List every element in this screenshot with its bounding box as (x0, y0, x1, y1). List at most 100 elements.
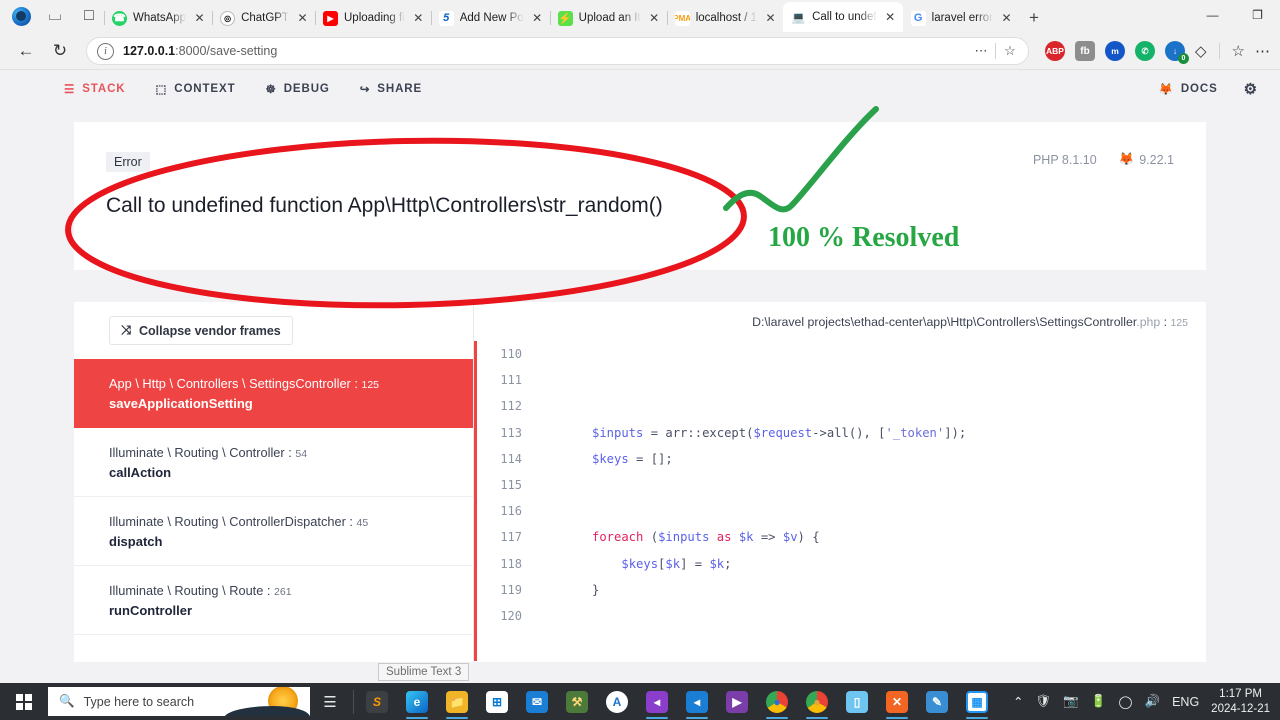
frame-class: App \ Http \ Controllers \ SettingsContr… (109, 376, 351, 391)
taskbar-search-input[interactable]: 🔍 Type here to search (48, 687, 310, 716)
error-type-badge: Error (106, 152, 150, 172)
address-more-icon[interactable]: ⋯ (969, 39, 993, 63)
code-highlight-bar (474, 341, 477, 661)
tray-chevron-icon[interactable]: ⌃ (1013, 694, 1023, 709)
frame-line: 54 (295, 448, 308, 460)
taskbar-clock[interactable]: 1:17 PM 2024-12-21 (1211, 687, 1270, 716)
tab-title: Add New Po (459, 12, 524, 24)
line-number: 120 (500, 608, 522, 623)
windows-start-icon[interactable] (0, 683, 48, 720)
line-number: 119 (500, 582, 522, 597)
collections-icon[interactable]: ☆ (1232, 42, 1245, 60)
xampp-icon[interactable]: ✕ (877, 683, 917, 720)
android-studio-icon[interactable]: A (597, 683, 637, 720)
tab-close-icon[interactable]: ✕ (411, 11, 426, 25)
browser-tab-uploading[interactable]: ▶ Uploading fi ✕ (315, 4, 431, 32)
browser-tab-add-new-post[interactable]: 5 Add New Po ✕ (430, 4, 550, 32)
minimize-button[interactable]: — (1190, 0, 1235, 30)
address-bar[interactable]: i 127.0.0.1:8000/save-setting ⋯ ☆ (86, 37, 1029, 65)
tab-title: laravel error (931, 12, 993, 24)
browser-tab-upload-item[interactable]: ⚡ Upload an It ✕ (549, 4, 667, 32)
ignition-nav-label: SHARE (377, 83, 423, 95)
favorite-star-icon[interactable]: ☆ (998, 39, 1022, 63)
workspaces-icon[interactable]: ⌴ (40, 2, 70, 30)
adblock-plus-icon[interactable]: ABP (1045, 41, 1065, 61)
tab-title: WhatsApp (133, 12, 187, 24)
ignition-nav-debug[interactable]: ☸ DEBUG (266, 82, 330, 96)
restore-button[interactable]: ❐ (1235, 0, 1280, 30)
messenger-extension-icon[interactable]: m (1105, 41, 1125, 61)
tab-close-icon[interactable]: ✕ (192, 11, 207, 25)
tab-close-icon[interactable]: ✕ (295, 11, 310, 25)
copilot-icon[interactable]: ◇ (1195, 42, 1207, 60)
downloader-extension-icon[interactable]: ↓ 0 (1165, 41, 1189, 64)
fb-extension-icon[interactable]: fb (1075, 41, 1095, 61)
line-code: } (592, 582, 600, 597)
site-info-icon[interactable]: i (97, 42, 114, 60)
battery-icon[interactable]: 🔋 (1091, 694, 1107, 709)
browser-settings-more-icon[interactable]: ⋯ (1255, 42, 1270, 60)
code-line: 110 (474, 341, 1206, 367)
task-view-icon[interactable]: ☰ (310, 683, 350, 720)
tools-icon[interactable]: ⚒ (557, 683, 597, 720)
stack-frame-row[interactable]: App \ Http \ Controllers \ SettingsContr… (74, 359, 473, 428)
new-tab-button[interactable]: + (1019, 4, 1049, 32)
gear-icon[interactable]: ⚙ (1244, 80, 1258, 98)
browser-tab-whatsapp[interactable]: ☎ WhatsApp ✕ (104, 4, 212, 32)
tab-close-icon[interactable]: ✕ (647, 11, 662, 25)
tab-close-icon[interactable]: ✕ (999, 11, 1014, 25)
php-version: PHP 8.1.10 (1032, 152, 1097, 167)
back-button[interactable]: ← (10, 35, 42, 67)
browser-tab-chatgpt[interactable]: ◎ ChatGPT ✕ (212, 4, 315, 32)
mail-icon[interactable]: ✉ (517, 683, 557, 720)
url-host: 127.0.0.1 (123, 44, 176, 58)
security-shield-icon[interactable]: 🛡 (1035, 694, 1051, 709)
code-panel: D:\laravel projects\ethad-center\app\Htt… (474, 302, 1206, 662)
stack-frame-row[interactable]: Illuminate \ Routing \ ControllerDispatc… (74, 497, 473, 566)
collapse-vendor-frames-button[interactable]: ⤨ Collapse vendor frames (109, 316, 293, 345)
vs-code-icon[interactable]: ◂ (677, 683, 717, 720)
video-editor-icon[interactable]: ▶ (717, 683, 757, 720)
ignition-nav-label: DEBUG (283, 83, 330, 95)
stack-frame-row[interactable]: Illuminate \ Routing \ Controller : 54 c… (74, 428, 473, 497)
error-card: Error Call to undefined function App\Htt… (74, 122, 1206, 270)
sublime-text-icon[interactable]: S (357, 683, 397, 720)
browser-tab-call-to-undefined[interactable]: 💻 Call to undef ✕ (783, 2, 903, 32)
code-line: 116 (474, 498, 1206, 524)
microsoft-store-icon[interactable]: ⊞ (477, 683, 517, 720)
ignition-nav-share[interactable]: ↪ SHARE (360, 82, 422, 96)
browser-tab-laravel-error[interactable]: G laravel error ✕ (903, 4, 1019, 32)
tab-actions-icon[interactable]: □ (74, 2, 104, 30)
language-indicator[interactable]: ENG (1172, 695, 1199, 709)
ignition-docs-link[interactable]: 🦊 DOCS (1159, 82, 1218, 96)
notepad-icon[interactable]: ▯ (837, 683, 877, 720)
tab-close-icon[interactable]: ✕ (883, 10, 898, 24)
browser-tab-localhost[interactable]: PMA localhost / 1 ✕ (666, 4, 783, 32)
ignition-nav-context[interactable]: ⬚ CONTEXT (155, 82, 235, 96)
code-line: 113 $inputs = arr::except($request->all()… (474, 420, 1206, 446)
tab-close-icon[interactable]: ✕ (530, 11, 545, 25)
chrome-canary-icon[interactable]: ● (797, 683, 837, 720)
file-explorer-icon[interactable]: 📁 (437, 683, 477, 720)
paint-icon[interactable]: ✎ (917, 683, 957, 720)
ignition-nav: ☰ STACK ⬚ CONTEXT ☸ DEBUG ↪ SHARE 🦊 DOCS… (0, 70, 1280, 108)
tab-close-icon[interactable]: ✕ (763, 11, 778, 25)
volume-icon[interactable]: 🔊 (1145, 694, 1161, 709)
app-icon[interactable]: ▦ (957, 683, 997, 720)
wifi-icon[interactable]: ◯ (1119, 694, 1133, 709)
reload-button[interactable]: ↻ (44, 35, 76, 67)
chrome-icon[interactable]: ● (757, 683, 797, 720)
clock-date: 2024-12-21 (1211, 702, 1270, 715)
tab-title: localhost / 1 (695, 12, 758, 24)
sublime-text-tooltip: Sublime Text 3 (378, 663, 470, 681)
system-tray: ⌃ 🛡 📷 🔋 ◯ 🔊 ENG 1:17 PM 2024-12-21 (1013, 687, 1280, 716)
vs-code-insiders-icon[interactable]: ◂ (637, 683, 677, 720)
stack-frame-row[interactable]: Illuminate \ Routing \ Route : 261 runCo… (74, 566, 473, 635)
bolt-icon: ⚡ (557, 10, 573, 26)
code-line: 119} (474, 577, 1206, 603)
error-message: Call to undefined function App\Http\Cont… (106, 194, 663, 217)
whatsapp-extension-icon[interactable]: ✆ (1135, 41, 1155, 61)
ignition-nav-stack[interactable]: ☰ STACK (64, 82, 125, 96)
edge-icon[interactable]: e (397, 683, 437, 720)
camera-icon[interactable]: 📷 (1063, 694, 1079, 709)
